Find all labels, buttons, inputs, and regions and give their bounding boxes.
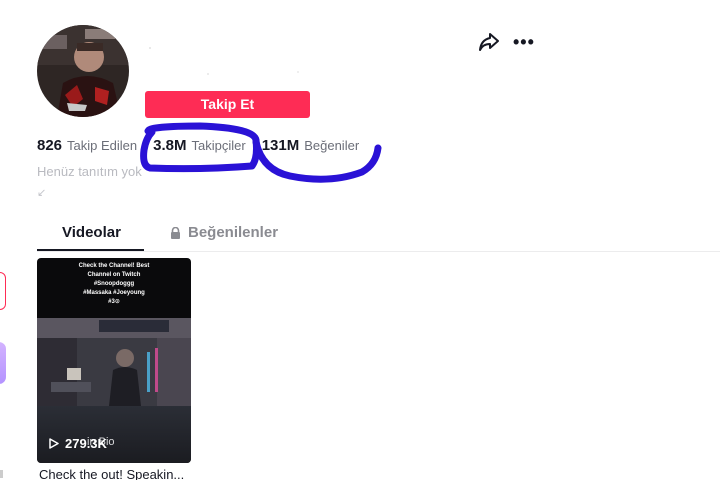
bio-text: Henüz tanıtım yok bbox=[37, 164, 142, 179]
video-overlay-line: #Snoopdoggg bbox=[93, 281, 135, 287]
sidebar-partial-button[interactable] bbox=[0, 272, 6, 310]
bio-link-icon[interactable]: ↙ bbox=[37, 186, 46, 199]
stat-followers-value: 3.8M bbox=[153, 137, 187, 154]
video-overlay-text: Check the Channel! Best Channel on Twitc… bbox=[37, 262, 191, 307]
stat-followers-label: Takipçiler bbox=[191, 138, 246, 153]
video-overlay-line: Channel on Twitch bbox=[87, 272, 141, 278]
video-views: 279.3K bbox=[49, 436, 107, 451]
video-overlay-line: #Massaka #Joeyoung bbox=[83, 290, 145, 296]
stat-following[interactable]: 826 Takip Edilen bbox=[37, 137, 137, 154]
video-bottom-panel bbox=[37, 406, 191, 463]
video-caption[interactable]: Check the out! Speakin... bbox=[39, 467, 184, 480]
share-icon[interactable] bbox=[478, 32, 500, 52]
sidebar-partial-divider bbox=[0, 470, 3, 478]
video-overlay-line: #3⊙ bbox=[108, 299, 120, 305]
follow-button[interactable]: Takip Et bbox=[145, 91, 310, 118]
video-card[interactable]: Check the Channel! Best Channel on Twitc… bbox=[37, 258, 191, 463]
stat-likes: 131M Beğeniler bbox=[262, 137, 359, 154]
stat-following-value: 826 bbox=[37, 137, 63, 154]
stat-followers[interactable]: 3.8M Takipçiler bbox=[153, 137, 246, 154]
stat-likes-value: 131M bbox=[261, 137, 300, 154]
name-placeholder bbox=[149, 47, 299, 75]
tab-liked-label: Beğenilenler bbox=[188, 224, 279, 241]
more-icon[interactable]: ••• bbox=[513, 33, 534, 51]
tab-videos[interactable]: Videolar bbox=[62, 224, 121, 241]
tab-liked[interactable]: Beğenilenler bbox=[170, 224, 278, 241]
stat-following-label: Takip Edilen bbox=[67, 138, 138, 153]
avatar[interactable] bbox=[37, 25, 129, 117]
profile-page: ••• Takip Et 826 Takip Edilen 3.8M Takip… bbox=[0, 0, 720, 480]
stat-likes-label: Beğeniler bbox=[304, 138, 360, 153]
video-views-count: 279.3K bbox=[65, 436, 107, 451]
profile-tabs: Videolar Beğenilenler bbox=[37, 224, 720, 252]
lock-icon bbox=[171, 226, 180, 239]
play-icon bbox=[49, 438, 59, 449]
tab-active-underline bbox=[37, 249, 144, 251]
sidebar-partial-badge[interactable] bbox=[0, 342, 6, 384]
stats-row: 826 Takip Edilen 3.8M Takipçiler 131M Be… bbox=[37, 137, 375, 154]
video-overlay-line: Check the Channel! Best bbox=[78, 263, 150, 269]
video-thumbnail bbox=[37, 318, 191, 406]
avatar-image bbox=[37, 25, 129, 117]
